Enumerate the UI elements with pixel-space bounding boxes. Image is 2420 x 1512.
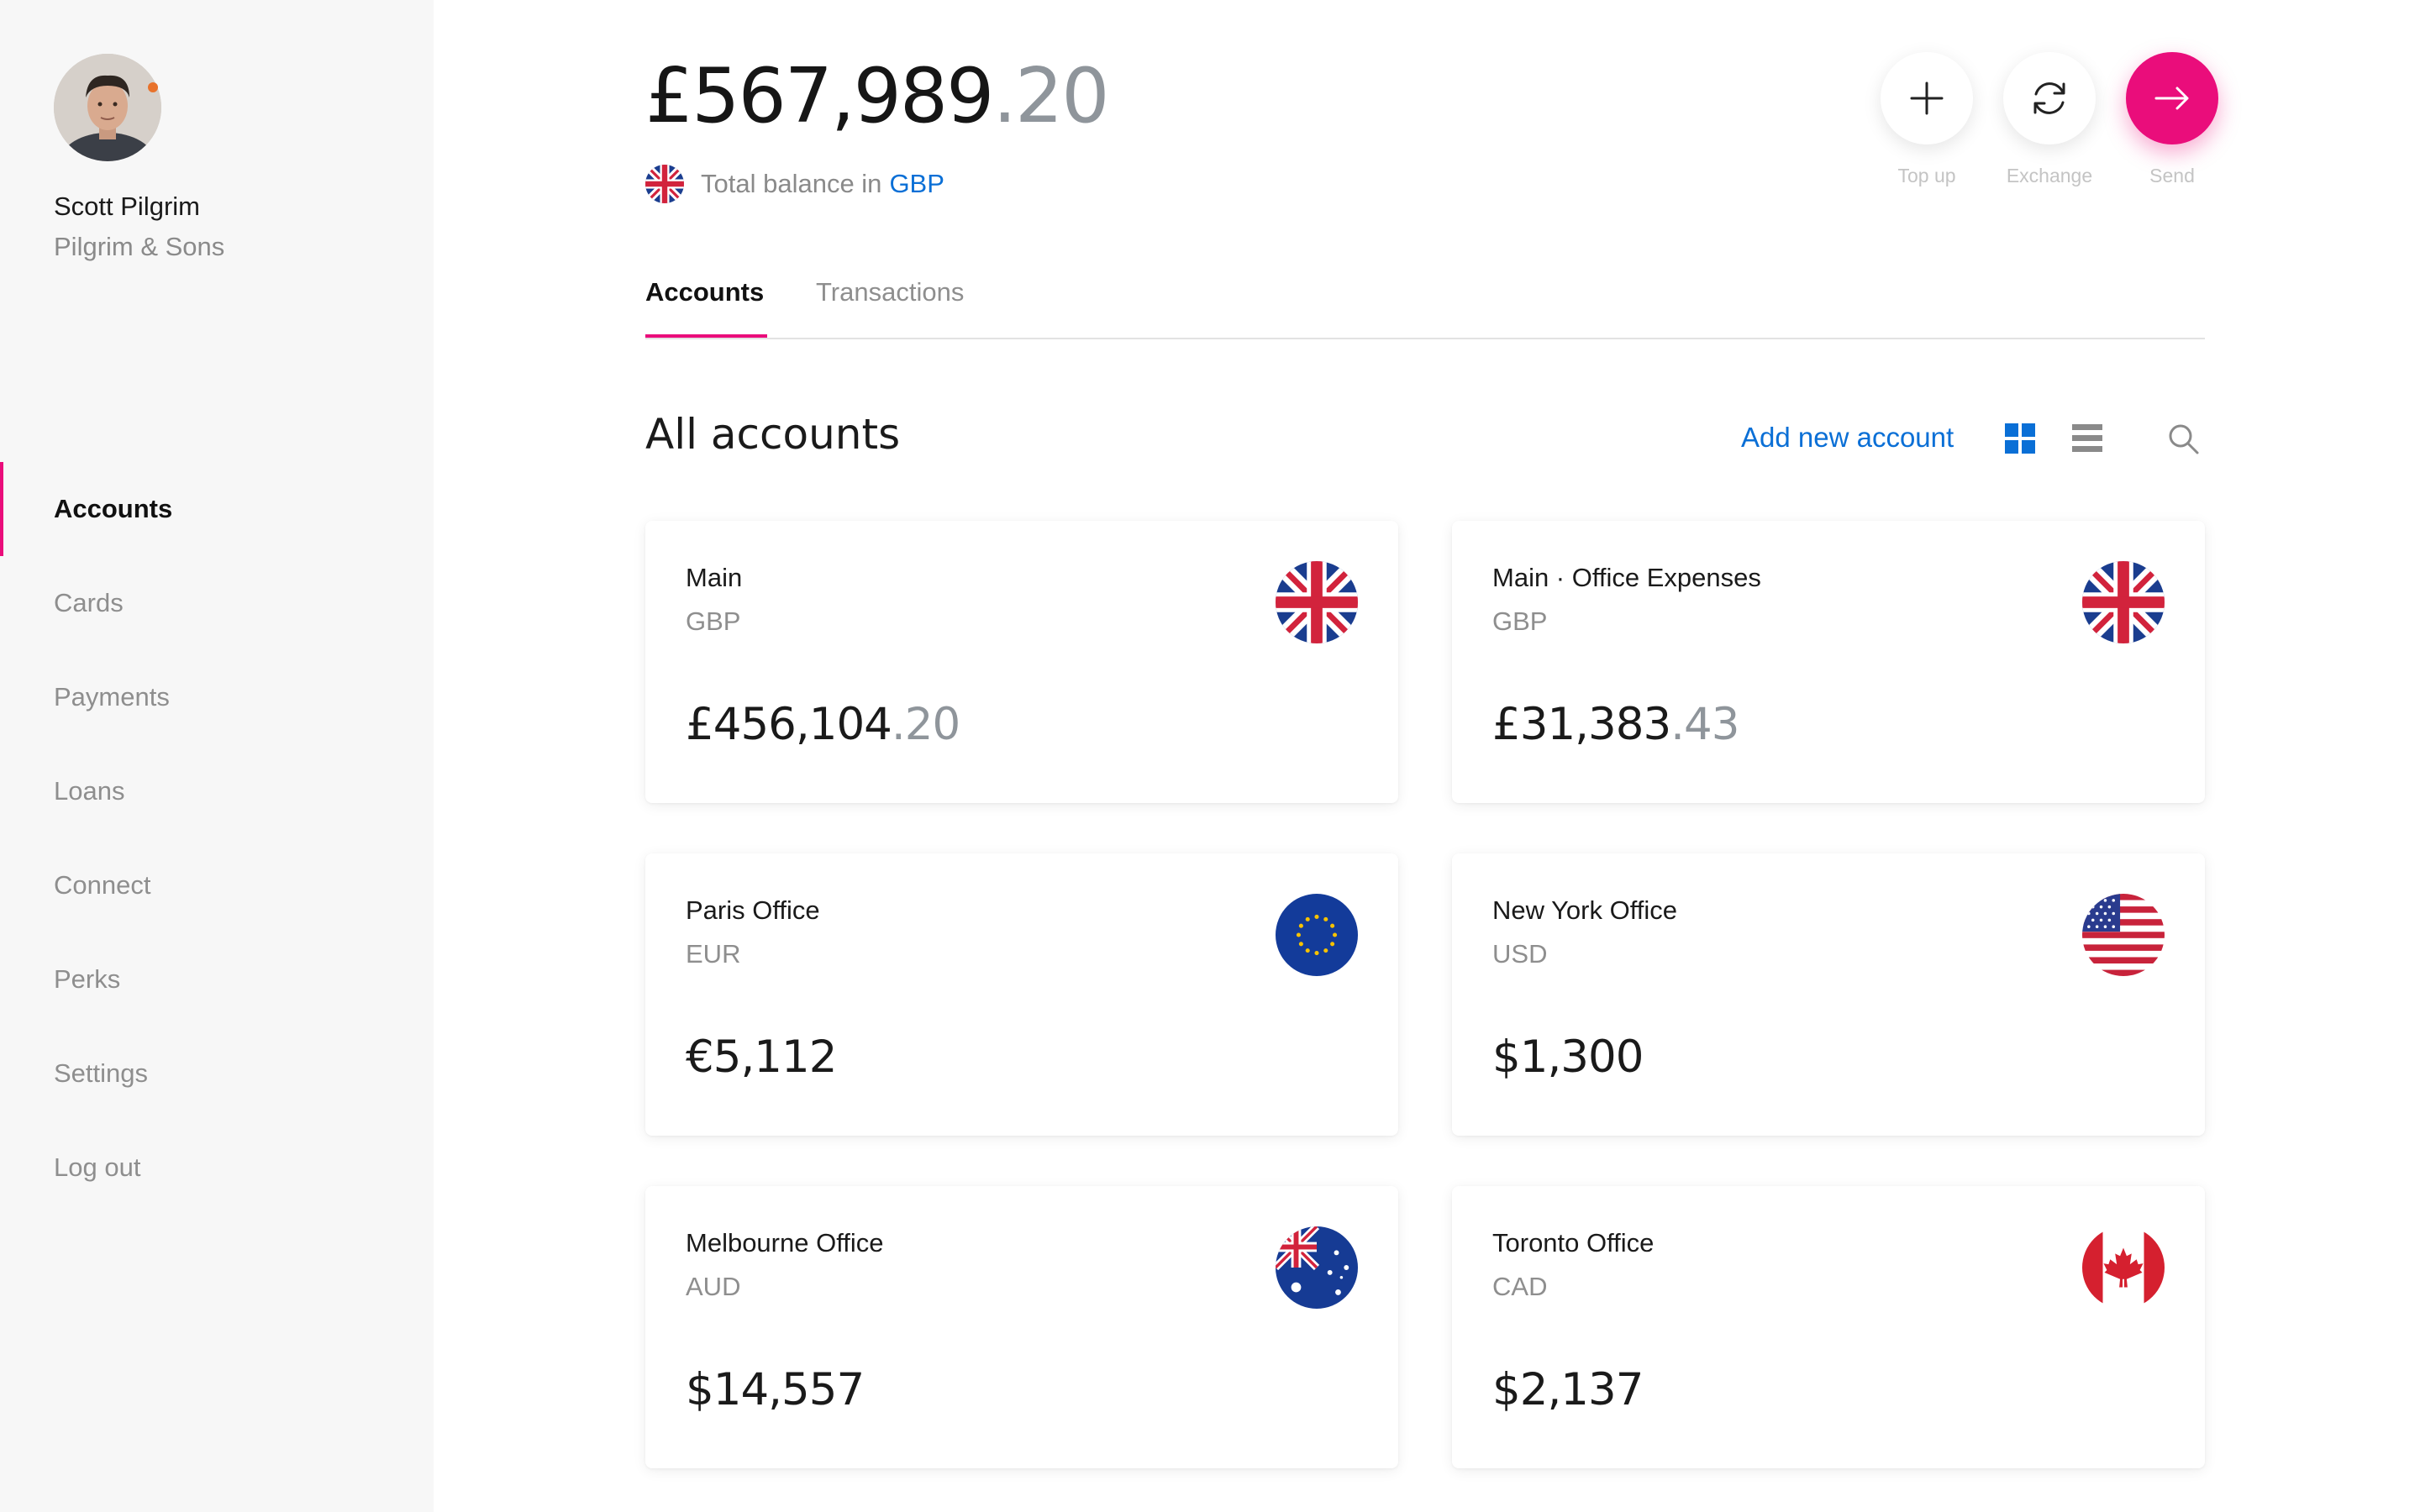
quick-actions: Top up Exchange Send xyxy=(1865,52,2233,187)
account-balance: £31,383.43 xyxy=(1492,699,1739,750)
sidebar-nav: Accounts Cards Payments Loans Connect Pe… xyxy=(0,462,434,1215)
grid-view-icon[interactable] xyxy=(2003,422,2037,455)
status-dot xyxy=(148,82,158,92)
exchange-button[interactable] xyxy=(2003,52,2096,144)
exchange-label: Exchange xyxy=(2006,165,2093,186)
account-balance-cents: .43 xyxy=(1670,699,1739,750)
top-up-label: Top up xyxy=(1897,165,1956,186)
user-photo xyxy=(54,54,161,161)
account-card[interactable]: Melbourne Office AUD $14,557 xyxy=(645,1186,1398,1468)
us-flag-icon xyxy=(2082,894,2165,976)
account-card[interactable]: Main · Office Expenses GBP £31,383.43 xyxy=(1452,521,2205,803)
tab-accounts[interactable]: Accounts xyxy=(645,277,768,338)
total-balance: £567,989.20 xyxy=(645,52,1110,140)
user-name: Scott Pilgrim xyxy=(54,192,200,221)
account-balance: €5,112 xyxy=(686,1032,837,1083)
top-up-action: Top up xyxy=(1865,52,1988,187)
arrow-right-icon xyxy=(2154,87,2189,110)
sidebar-item-accounts[interactable]: Accounts xyxy=(0,462,434,556)
search-icon[interactable] xyxy=(2166,422,2200,455)
balance-cents: .20 xyxy=(992,52,1109,140)
account-currency: GBP xyxy=(686,606,741,636)
sidebar-item-perks[interactable]: Perks xyxy=(0,932,434,1026)
account-balance-main: $14,557 xyxy=(686,1364,865,1415)
sidebar: Scott Pilgrim Pilgrim & Sons Accounts Ca… xyxy=(0,0,434,1512)
account-name: Melbourne Office xyxy=(686,1228,884,1257)
eu-flag-icon xyxy=(1276,894,1358,976)
account-card[interactable]: Toronto Office CAD $2,137 xyxy=(1452,1186,2205,1468)
account-name: New York Office xyxy=(1492,895,1677,925)
account-balance-main: $1,300 xyxy=(1492,1032,1644,1083)
sidebar-item-loans[interactable]: Loans xyxy=(0,744,434,838)
account-balance: $1,300 xyxy=(1492,1032,1644,1083)
sidebar-item-logout[interactable]: Log out xyxy=(0,1121,434,1215)
account-currency: AUD xyxy=(686,1272,741,1301)
account-balance-main: €5,112 xyxy=(686,1032,837,1083)
balance-main: £567,989 xyxy=(645,52,994,140)
account-card[interactable]: New York Office USD $1,300 xyxy=(1452,853,2205,1136)
add-account-link[interactable]: Add new account xyxy=(1741,422,1954,454)
account-name: Main · Office Expenses xyxy=(1492,563,1761,592)
user-company: Pilgrim & Sons xyxy=(54,232,225,261)
balance-currency-link[interactable]: GBP xyxy=(889,169,944,199)
uk-flag-icon xyxy=(1276,561,1358,643)
account-card[interactable]: Paris Office EUR €5,112 xyxy=(645,853,1398,1136)
australia-flag-icon xyxy=(1276,1226,1358,1309)
account-balance: $14,557 xyxy=(686,1364,865,1415)
account-card[interactable]: Main GBP £456,104.20 xyxy=(645,521,1398,803)
sidebar-item-cards[interactable]: Cards xyxy=(0,556,434,650)
section-title: All accounts xyxy=(645,410,901,459)
canada-flag-icon xyxy=(2082,1226,2165,1309)
top-up-button[interactable] xyxy=(1881,52,1973,144)
account-balance: $2,137 xyxy=(1492,1364,1644,1415)
balance-caption-label: Total balance in xyxy=(701,169,882,198)
uk-flag-icon xyxy=(2082,561,2165,643)
account-currency: USD xyxy=(1492,939,1548,969)
account-name: Paris Office xyxy=(686,895,820,925)
uk-flag-icon xyxy=(645,165,684,203)
account-balance-main: £31,383 xyxy=(1492,699,1671,750)
account-balance-cents: .20 xyxy=(891,699,960,750)
exchange-action: Exchange xyxy=(1988,52,2111,187)
tab-bar: Accounts Transactions xyxy=(645,269,2205,339)
account-balance-main: $2,137 xyxy=(1492,1364,1644,1415)
sidebar-item-payments[interactable]: Payments xyxy=(0,650,434,744)
tab-transactions[interactable]: Transactions xyxy=(816,277,964,336)
send-label: Send xyxy=(2149,165,2195,186)
plus-icon xyxy=(1910,81,1944,115)
account-currency: GBP xyxy=(1492,606,1548,636)
refresh-icon xyxy=(2033,82,2065,114)
send-action: Send xyxy=(2111,52,2233,187)
list-view-icon[interactable] xyxy=(2070,422,2104,455)
account-name: Main xyxy=(686,563,743,592)
account-name: Toronto Office xyxy=(1492,1228,1655,1257)
balance-caption: Total balance in GBP xyxy=(645,165,944,203)
account-balance-main: £456,104 xyxy=(686,699,892,750)
account-currency: EUR xyxy=(686,939,741,969)
account-currency: CAD xyxy=(1492,1272,1548,1301)
sidebar-item-connect[interactable]: Connect xyxy=(0,838,434,932)
account-balance: £456,104.20 xyxy=(686,699,960,750)
send-button[interactable] xyxy=(2126,52,2218,144)
sidebar-item-settings[interactable]: Settings xyxy=(0,1026,434,1121)
avatar[interactable] xyxy=(54,54,161,161)
